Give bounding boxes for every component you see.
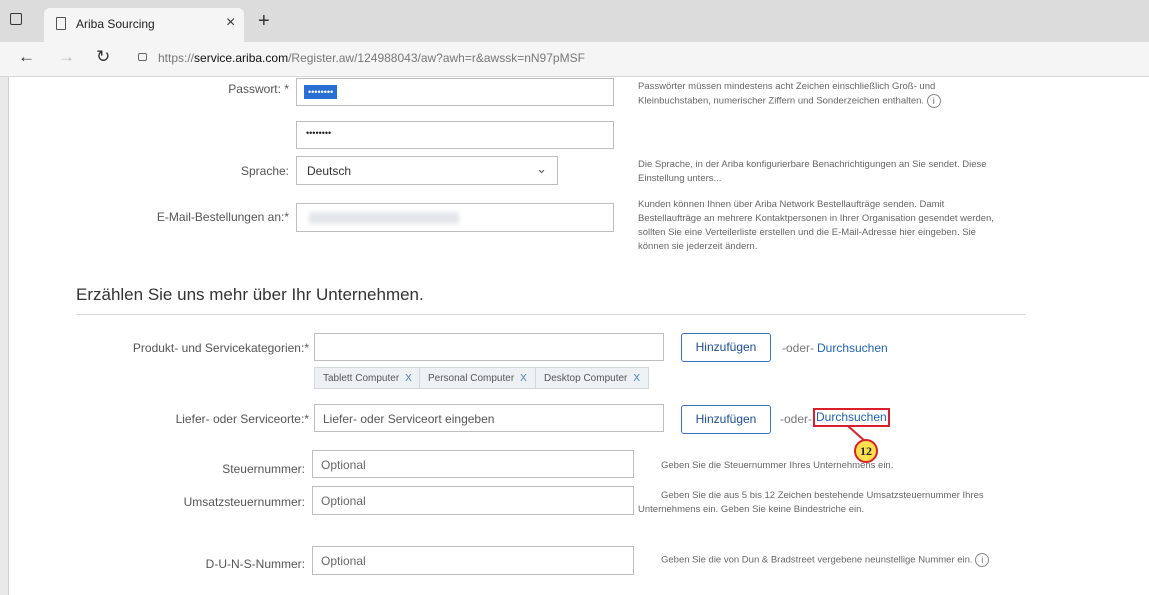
or-text: -oder- (780, 412, 813, 426)
url-path: /Register.aw/124988043/aw?awh=r&awssk=nN… (288, 51, 585, 65)
category-chip: Desktop Computer X (535, 367, 650, 389)
or-text: -oder- (782, 341, 815, 355)
duns-input[interactable]: Optional (312, 546, 634, 575)
duns-label: D-U-N-S-Nummer: (205, 557, 305, 571)
vat-number-input[interactable]: Optional (312, 486, 634, 515)
browse-categories-link[interactable]: Durchsuchen (817, 341, 888, 355)
password-help: Passwörter müssen mindestens acht Zeiche… (638, 80, 1008, 109)
section-title: Erzählen Sie uns mehr über Ihr Unternehm… (76, 285, 424, 304)
tax-number-placeholder: Optional (321, 458, 366, 472)
add-category-button[interactable]: Hinzufügen (681, 333, 771, 362)
category-chip: Tablett Computer X (314, 367, 421, 389)
email-orders-input[interactable] (296, 203, 614, 232)
add-location-button[interactable]: Hinzufügen (681, 405, 771, 434)
page-left-edge (0, 77, 9, 595)
password-input[interactable]: •••••••• (296, 78, 614, 106)
password-label-text: Passwort: (228, 82, 281, 96)
password-label: Passwort: * (150, 82, 289, 96)
remove-chip-icon[interactable]: X (405, 373, 412, 384)
required-mark: * (304, 412, 309, 426)
language-value: Deutsch (307, 164, 352, 178)
language-help: Die Sprache, in der Ariba konfigurierbar… (638, 159, 987, 184)
language-label: Sprache: (240, 164, 289, 178)
category-chip: Personal Computer X (419, 367, 536, 389)
browser-tab[interactable]: Ariba Sourcing × (44, 8, 244, 42)
chip-label: Tablett Computer (323, 373, 400, 384)
chip-label: Desktop Computer (544, 373, 628, 384)
email-orders-help: Kunden können Ihnen über Ariba Network B… (638, 199, 994, 252)
language-select[interactable]: Deutsch ⌄ (296, 156, 558, 185)
info-icon[interactable]: i (975, 553, 990, 567)
password-help-text: Passwörter müssen mindestens acht Zeiche… (638, 81, 936, 107)
redacted-email (309, 212, 459, 224)
email-orders-label: E-Mail-Bestellungen an:* (100, 210, 289, 224)
page-icon (56, 17, 66, 30)
categories-label-text: Produkt- und Servicekategorien: (132, 341, 305, 355)
categories-label: Produkt- und Servicekategorien:* (100, 341, 309, 355)
vat-number-label: Umsatzsteuernummer: (183, 495, 305, 509)
vat-number-help: Geben Sie die aus 5 bis 12 Zeichen beste… (638, 490, 984, 515)
remove-chip-icon[interactable]: X (633, 373, 640, 384)
locations-input[interactable]: Liefer- oder Serviceort eingeben (314, 404, 664, 432)
url-domain: service.ariba.com (194, 51, 289, 65)
locations-placeholder: Liefer- oder Serviceort eingeben (323, 412, 495, 426)
password-value: •••••••• (304, 85, 338, 99)
section-divider (76, 314, 1026, 315)
tab-title: Ariba Sourcing (76, 17, 155, 31)
vat-number-placeholder: Optional (321, 494, 366, 508)
tax-number-label: Steuernummer: (222, 462, 305, 476)
duns-help-text: Geben Sie die von Dun & Bradstreet verge… (661, 554, 973, 566)
password-confirm-value: •••••••• (306, 128, 332, 138)
forward-icon[interactable]: → (58, 47, 75, 67)
tax-number-input[interactable]: Optional (312, 450, 634, 478)
required-mark: * (284, 82, 289, 96)
new-tab-icon[interactable]: + (258, 10, 270, 33)
email-orders-label-text: E-Mail-Bestellungen an: (156, 210, 285, 224)
tab-actions-icon[interactable] (10, 13, 22, 25)
reload-icon[interactable]: ↻ (96, 47, 110, 67)
required-mark: * (284, 210, 289, 224)
tab-close-icon[interactable]: × (226, 14, 235, 32)
tax-number-help: Geben Sie die Steuernummer Ihres Unterne… (661, 460, 894, 471)
info-icon[interactable]: i (926, 94, 941, 108)
url-prefix: https:// (158, 51, 195, 65)
chip-label: Personal Computer (428, 373, 515, 384)
remove-chip-icon[interactable]: X (520, 373, 527, 384)
url-field[interactable]: https://service.ariba.com/Register.aw/12… (158, 51, 585, 65)
categories-input[interactable] (314, 333, 664, 361)
locations-label-text: Liefer- oder Serviceorte: (175, 412, 305, 426)
address-bar-row: ← → ↻ https://service.ariba.com/Register… (0, 42, 1149, 77)
back-icon[interactable]: ← (18, 47, 35, 67)
chevron-down-icon: ⌄ (536, 161, 547, 176)
duns-placeholder: Optional (321, 554, 366, 568)
required-mark: * (304, 341, 309, 355)
locations-label: Liefer- oder Serviceorte:* (100, 412, 309, 426)
duns-help: Geben Sie die von Dun & Bradstreet verge… (661, 553, 1021, 568)
lock-icon[interactable] (138, 53, 147, 61)
password-confirm-input[interactable]: •••••••• (296, 121, 614, 149)
